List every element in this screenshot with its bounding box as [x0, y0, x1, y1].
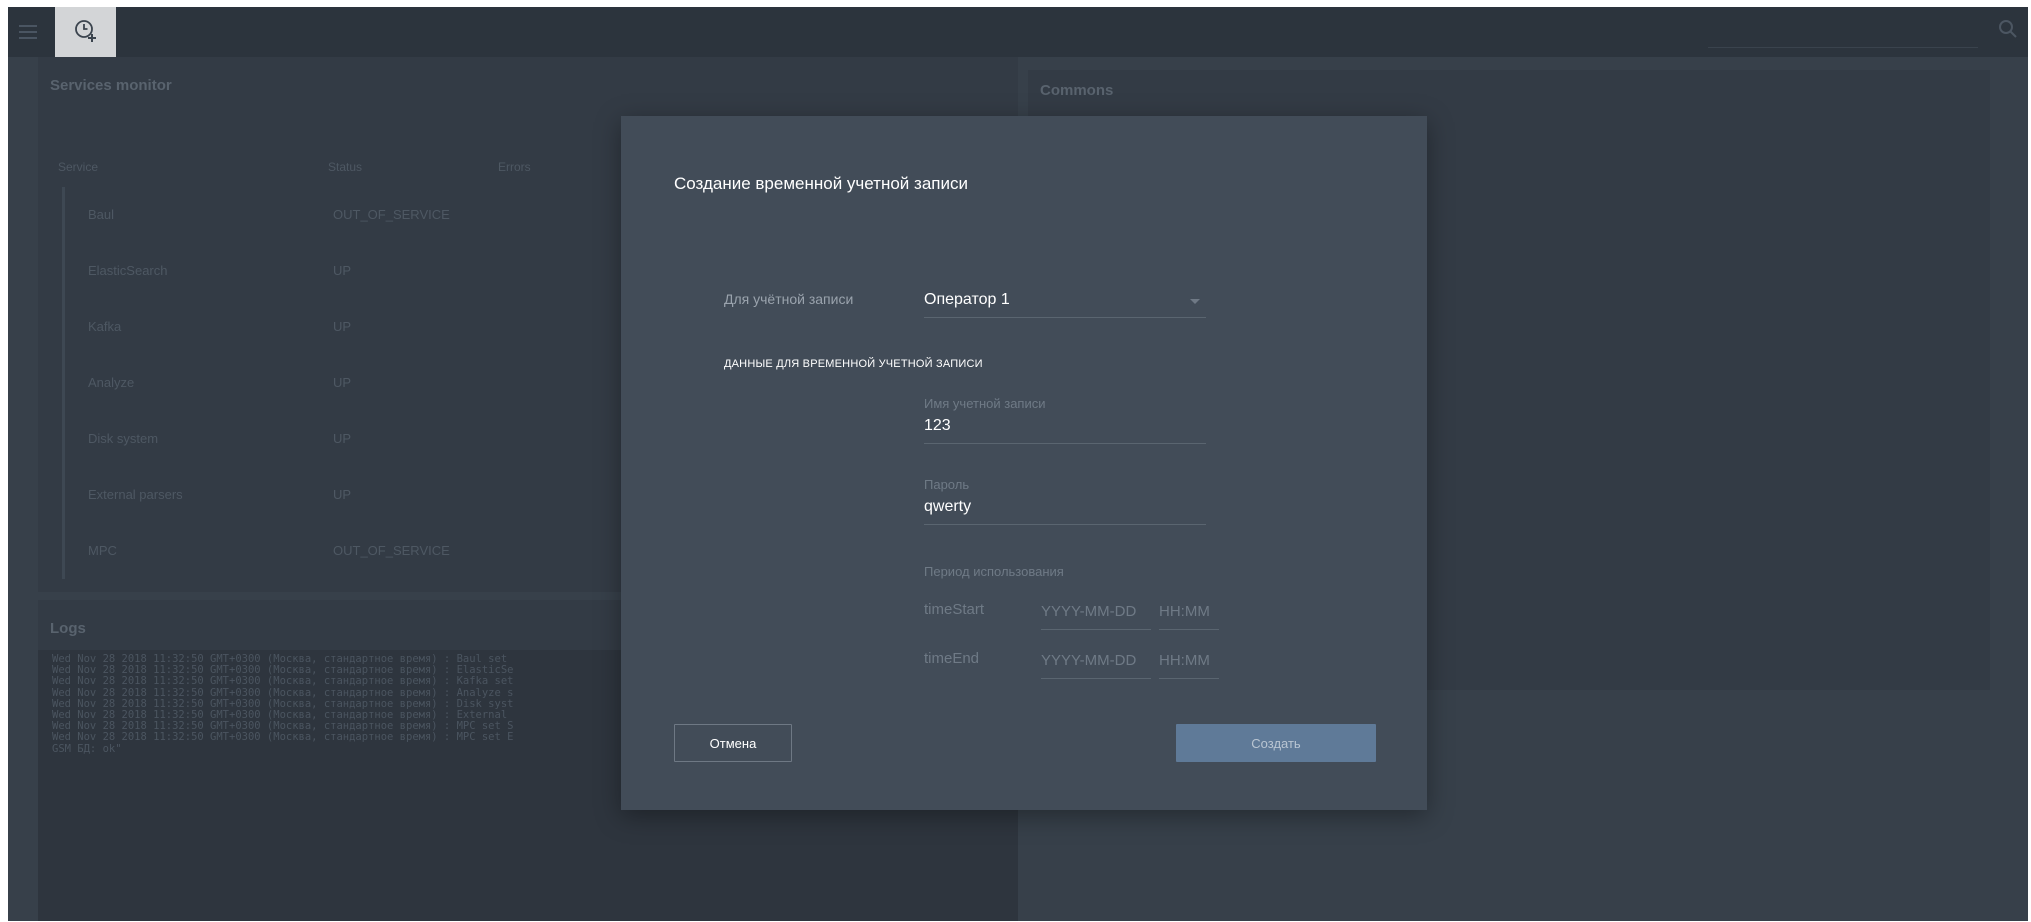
service-name: Disk system — [88, 431, 159, 446]
password-field-group: Пароль — [924, 477, 1206, 525]
cancel-button[interactable]: Отмена — [674, 724, 792, 762]
username-field-group: Имя учетной записи — [924, 396, 1206, 444]
account-select[interactable]: Оператор 1 — [924, 281, 1206, 318]
create-button[interactable]: Создать — [1176, 724, 1376, 762]
add-temp-account-button[interactable] — [55, 7, 116, 57]
time-end-time-input[interactable] — [1159, 650, 1219, 679]
username-label: Имя учетной записи — [924, 396, 1046, 411]
service-status: UP — [333, 319, 352, 334]
logs-title: Logs — [50, 620, 86, 637]
service-name: MPC — [88, 543, 117, 558]
column-header-status: Status — [328, 160, 363, 174]
commons-title: Commons — [1040, 82, 1114, 99]
column-header-errors: Errors — [498, 160, 531, 174]
service-status: UP — [333, 487, 352, 502]
service-status: OUT_OF_SERVICE — [333, 543, 450, 558]
search-underline — [1708, 47, 1978, 48]
create-temp-account-dialog: Создание временной учетной записи Для уч… — [621, 116, 1427, 810]
service-name: ElasticSearch — [88, 263, 168, 278]
service-name: Baul — [88, 207, 115, 222]
password-input[interactable] — [924, 498, 1206, 525]
hamburger-icon[interactable] — [16, 21, 40, 43]
top-bar — [8, 7, 2028, 57]
dialog-title: Создание временной учетной записи — [674, 174, 968, 193]
period-label: Период использования — [924, 564, 1064, 579]
time-end-label: timeEnd — [924, 650, 980, 667]
service-status: OUT_OF_SERVICE — [333, 207, 450, 222]
time-start-time-input[interactable] — [1159, 601, 1219, 630]
service-status: UP — [333, 431, 352, 446]
account-select-label: Для учётной записи — [724, 291, 854, 307]
time-start-date-input[interactable] — [1041, 601, 1151, 630]
search-icon[interactable] — [1998, 19, 2018, 44]
time-start-label: timeStart — [924, 601, 985, 618]
username-input[interactable] — [924, 417, 1206, 444]
service-name: Kafka — [88, 319, 122, 334]
section-heading: ДАННЫЕ ДЛЯ ВРЕМЕННОЙ УЧЕТНОЙ ЗАПИСИ — [724, 358, 983, 370]
services-monitor-title: Services monitor — [50, 77, 172, 94]
password-label: Пароль — [924, 477, 970, 492]
chevron-down-icon — [1190, 299, 1200, 304]
column-header-service: Service — [58, 160, 99, 174]
app-window: Services monitor Service Status Errors B… — [8, 7, 2028, 921]
account-select-value: Оператор 1 — [924, 291, 1010, 308]
clock-plus-icon — [75, 20, 96, 42]
service-status: UP — [333, 263, 352, 278]
time-end-date-input[interactable] — [1041, 650, 1151, 679]
service-name: Analyze — [88, 375, 135, 390]
service-name: External parsers — [88, 487, 183, 502]
service-status: UP — [333, 375, 352, 390]
